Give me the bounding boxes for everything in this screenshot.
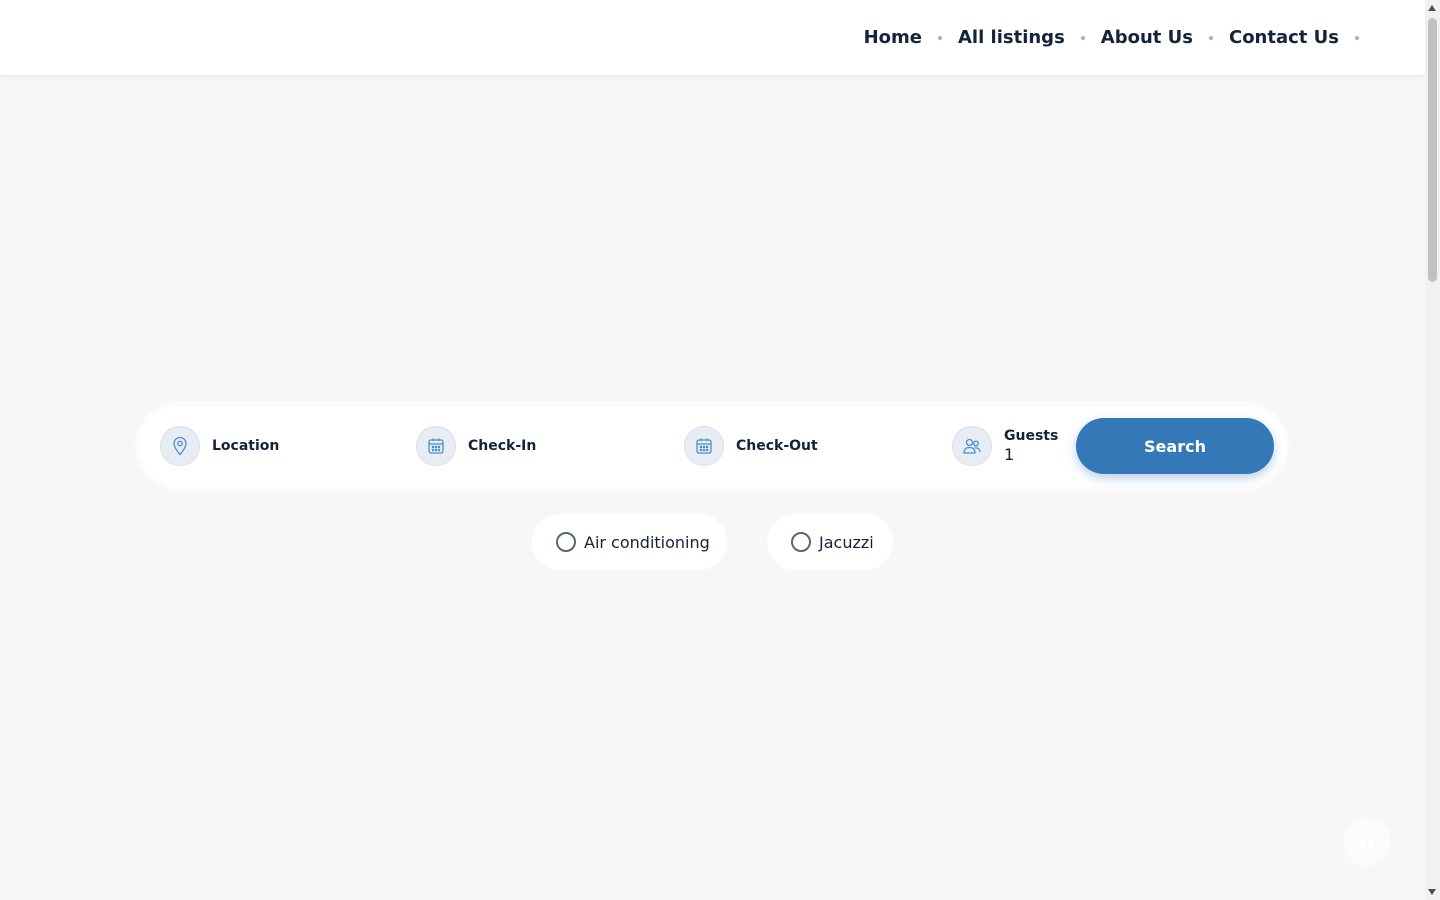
nav-separator-dot (1355, 35, 1359, 40)
calendar-icon (684, 426, 724, 466)
search-bar: Location Check-In Check-Out Guests 1 Sea… (139, 406, 1285, 486)
location-field[interactable]: Location (160, 426, 279, 466)
pause-button[interactable] (1343, 818, 1391, 866)
check-in-field[interactable]: Check-In (416, 426, 536, 466)
vertical-scrollbar[interactable] (1425, 0, 1440, 900)
scroll-down-arrow-icon[interactable] (1428, 889, 1436, 895)
location-label: Location (212, 438, 280, 454)
nav-separator-dot (1208, 35, 1213, 40)
users-icon (952, 426, 992, 466)
guests-label: Guests (1004, 428, 1059, 444)
scroll-up-arrow-icon[interactable] (1428, 5, 1436, 11)
calendar-icon (416, 426, 456, 466)
nav-separator-dot (1080, 35, 1085, 40)
main-nav: Home All listings About Us Contact Us (864, 27, 1375, 48)
guests-text: Guests 1 (1004, 427, 1058, 465)
pause-icon (1359, 835, 1375, 849)
amenity-label: Jacuzzi (819, 532, 874, 552)
jacuzzi-radio[interactable] (791, 532, 811, 552)
guests-count[interactable]: 1 (1004, 445, 1058, 465)
amenity-air-conditioning[interactable]: Air conditioning (532, 514, 727, 570)
check-out-label: Check-Out (736, 438, 818, 454)
check-in-label: Check-In (468, 438, 537, 454)
amenity-label: Air conditioning (584, 532, 710, 552)
nav-all-listings-link[interactable]: All listings (958, 27, 1065, 48)
air-conditioning-radio[interactable] (556, 532, 576, 552)
search-button[interactable]: Search (1076, 418, 1274, 474)
nav-home-link[interactable]: Home (864, 27, 922, 48)
scroll-thumb[interactable] (1428, 18, 1437, 282)
nav-contact-us-link[interactable]: Contact Us (1229, 27, 1339, 48)
check-out-field[interactable]: Check-Out (684, 426, 818, 466)
guests-field[interactable]: Guests 1 (952, 426, 1058, 466)
map-pin-icon (160, 426, 200, 466)
nav-separator-dot (938, 35, 942, 40)
site-header: Home All listings About Us Contact Us (0, 0, 1425, 75)
amenity-jacuzzi[interactable]: Jacuzzi (767, 514, 893, 570)
nav-about-us-link[interactable]: About Us (1101, 27, 1193, 48)
